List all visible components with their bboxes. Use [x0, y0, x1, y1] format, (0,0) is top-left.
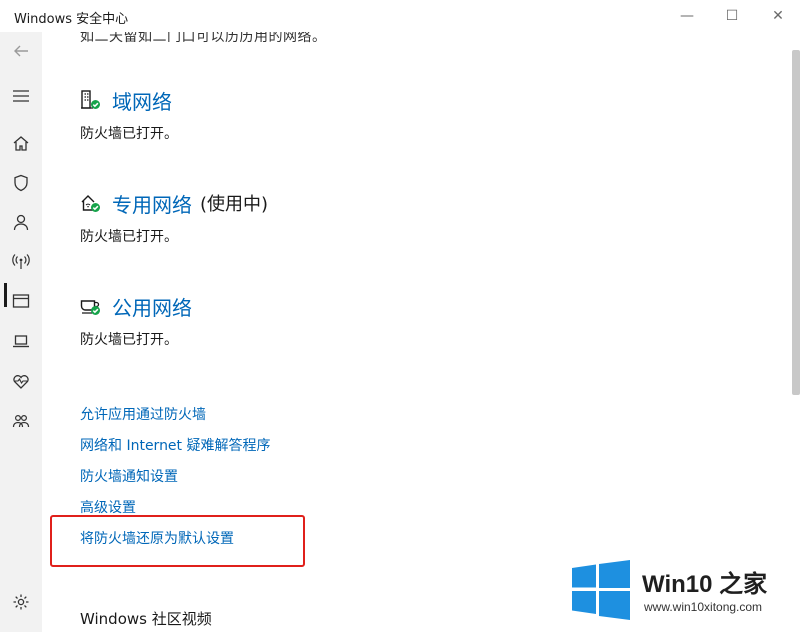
- menu-button[interactable]: [0, 78, 42, 114]
- sidebar-item-device-performance[interactable]: [0, 363, 42, 399]
- network-troubleshooter-link[interactable]: 网络和 Internet 疑难解答程序: [80, 437, 271, 468]
- windows-logo-icon: [572, 560, 630, 620]
- shield-icon: [14, 174, 28, 192]
- sidebar-item-firewall[interactable]: [0, 243, 42, 279]
- minimize-button[interactable]: —: [664, 0, 710, 32]
- windows-security-window: Windows 安全中心 — ☐ ✕ 如二天留如二门口可以历历用的网络。 域网络…: [0, 0, 801, 632]
- scrollbar-thumb[interactable]: [792, 50, 800, 395]
- vertical-scrollbar[interactable]: [788, 32, 801, 632]
- sidebar: [0, 32, 42, 632]
- domain-network-icon: [80, 89, 102, 111]
- window-title: Windows 安全中心: [14, 12, 129, 27]
- domain-network-section: 域网络 防火墙已打开。: [80, 85, 178, 143]
- public-network-status: 防火墙已打开。: [80, 332, 178, 348]
- private-network-status: 防火墙已打开。: [80, 229, 178, 245]
- gear-icon: [13, 594, 29, 610]
- sidebar-item-account-protection[interactable]: [0, 204, 42, 240]
- community-videos-heading: Windows 社区视频: [80, 610, 212, 628]
- private-network-icon: [80, 192, 102, 214]
- firewall-notification-settings-link[interactable]: 防火墙通知设置: [80, 468, 271, 499]
- sidebar-item-virus-protection[interactable]: [0, 165, 42, 201]
- hamburger-menu-icon: [13, 90, 29, 102]
- truncated-bottom-text: ᴗᴗ: [364, 624, 382, 632]
- allow-app-through-firewall-link[interactable]: 允许应用通过防火墙: [80, 406, 271, 437]
- family-icon: [12, 414, 30, 428]
- laptop-icon: [13, 335, 29, 348]
- public-network-icon: [80, 295, 102, 317]
- title-bar: Windows 安全中心 — ☐ ✕: [0, 0, 801, 32]
- truncated-description: 如二天留如二门口可以历历用的网络。: [80, 32, 327, 45]
- public-network-link[interactable]: 公用网络: [112, 292, 192, 321]
- watermark-brand: Win10 之家: [642, 571, 768, 598]
- browser-window-icon: [12, 294, 30, 308]
- domain-network-link[interactable]: 域网络: [112, 86, 172, 115]
- sidebar-item-device-security[interactable]: [0, 323, 42, 359]
- watermark-url: www.win10xitong.com: [644, 600, 763, 614]
- back-arrow-icon: [14, 45, 28, 57]
- watermark: Win10 之家 www.win10xitong.com: [568, 558, 801, 624]
- close-button[interactable]: ✕: [755, 0, 801, 32]
- maximize-button[interactable]: ☐: [709, 0, 755, 32]
- public-network-section: 公用网络 防火墙已打开。: [80, 291, 192, 349]
- highlight-annotation-box: [50, 515, 305, 567]
- domain-network-status: 防火墙已打开。: [80, 126, 178, 142]
- sidebar-item-home[interactable]: [0, 125, 42, 161]
- back-button[interactable]: [0, 33, 42, 69]
- private-network-section: 专用网络 (使用中) 防火墙已打开。: [80, 188, 268, 246]
- wifi-antenna-icon: [12, 254, 30, 269]
- person-icon: [13, 214, 29, 231]
- private-network-link[interactable]: 专用网络: [112, 189, 192, 218]
- heart-pulse-icon: [13, 375, 29, 389]
- sidebar-item-family-options[interactable]: [0, 403, 42, 439]
- in-use-label: (使用中): [200, 194, 269, 215]
- sidebar-item-app-browser-control[interactable]: [0, 283, 42, 319]
- home-icon: [13, 136, 29, 151]
- sidebar-item-settings[interactable]: [0, 584, 42, 620]
